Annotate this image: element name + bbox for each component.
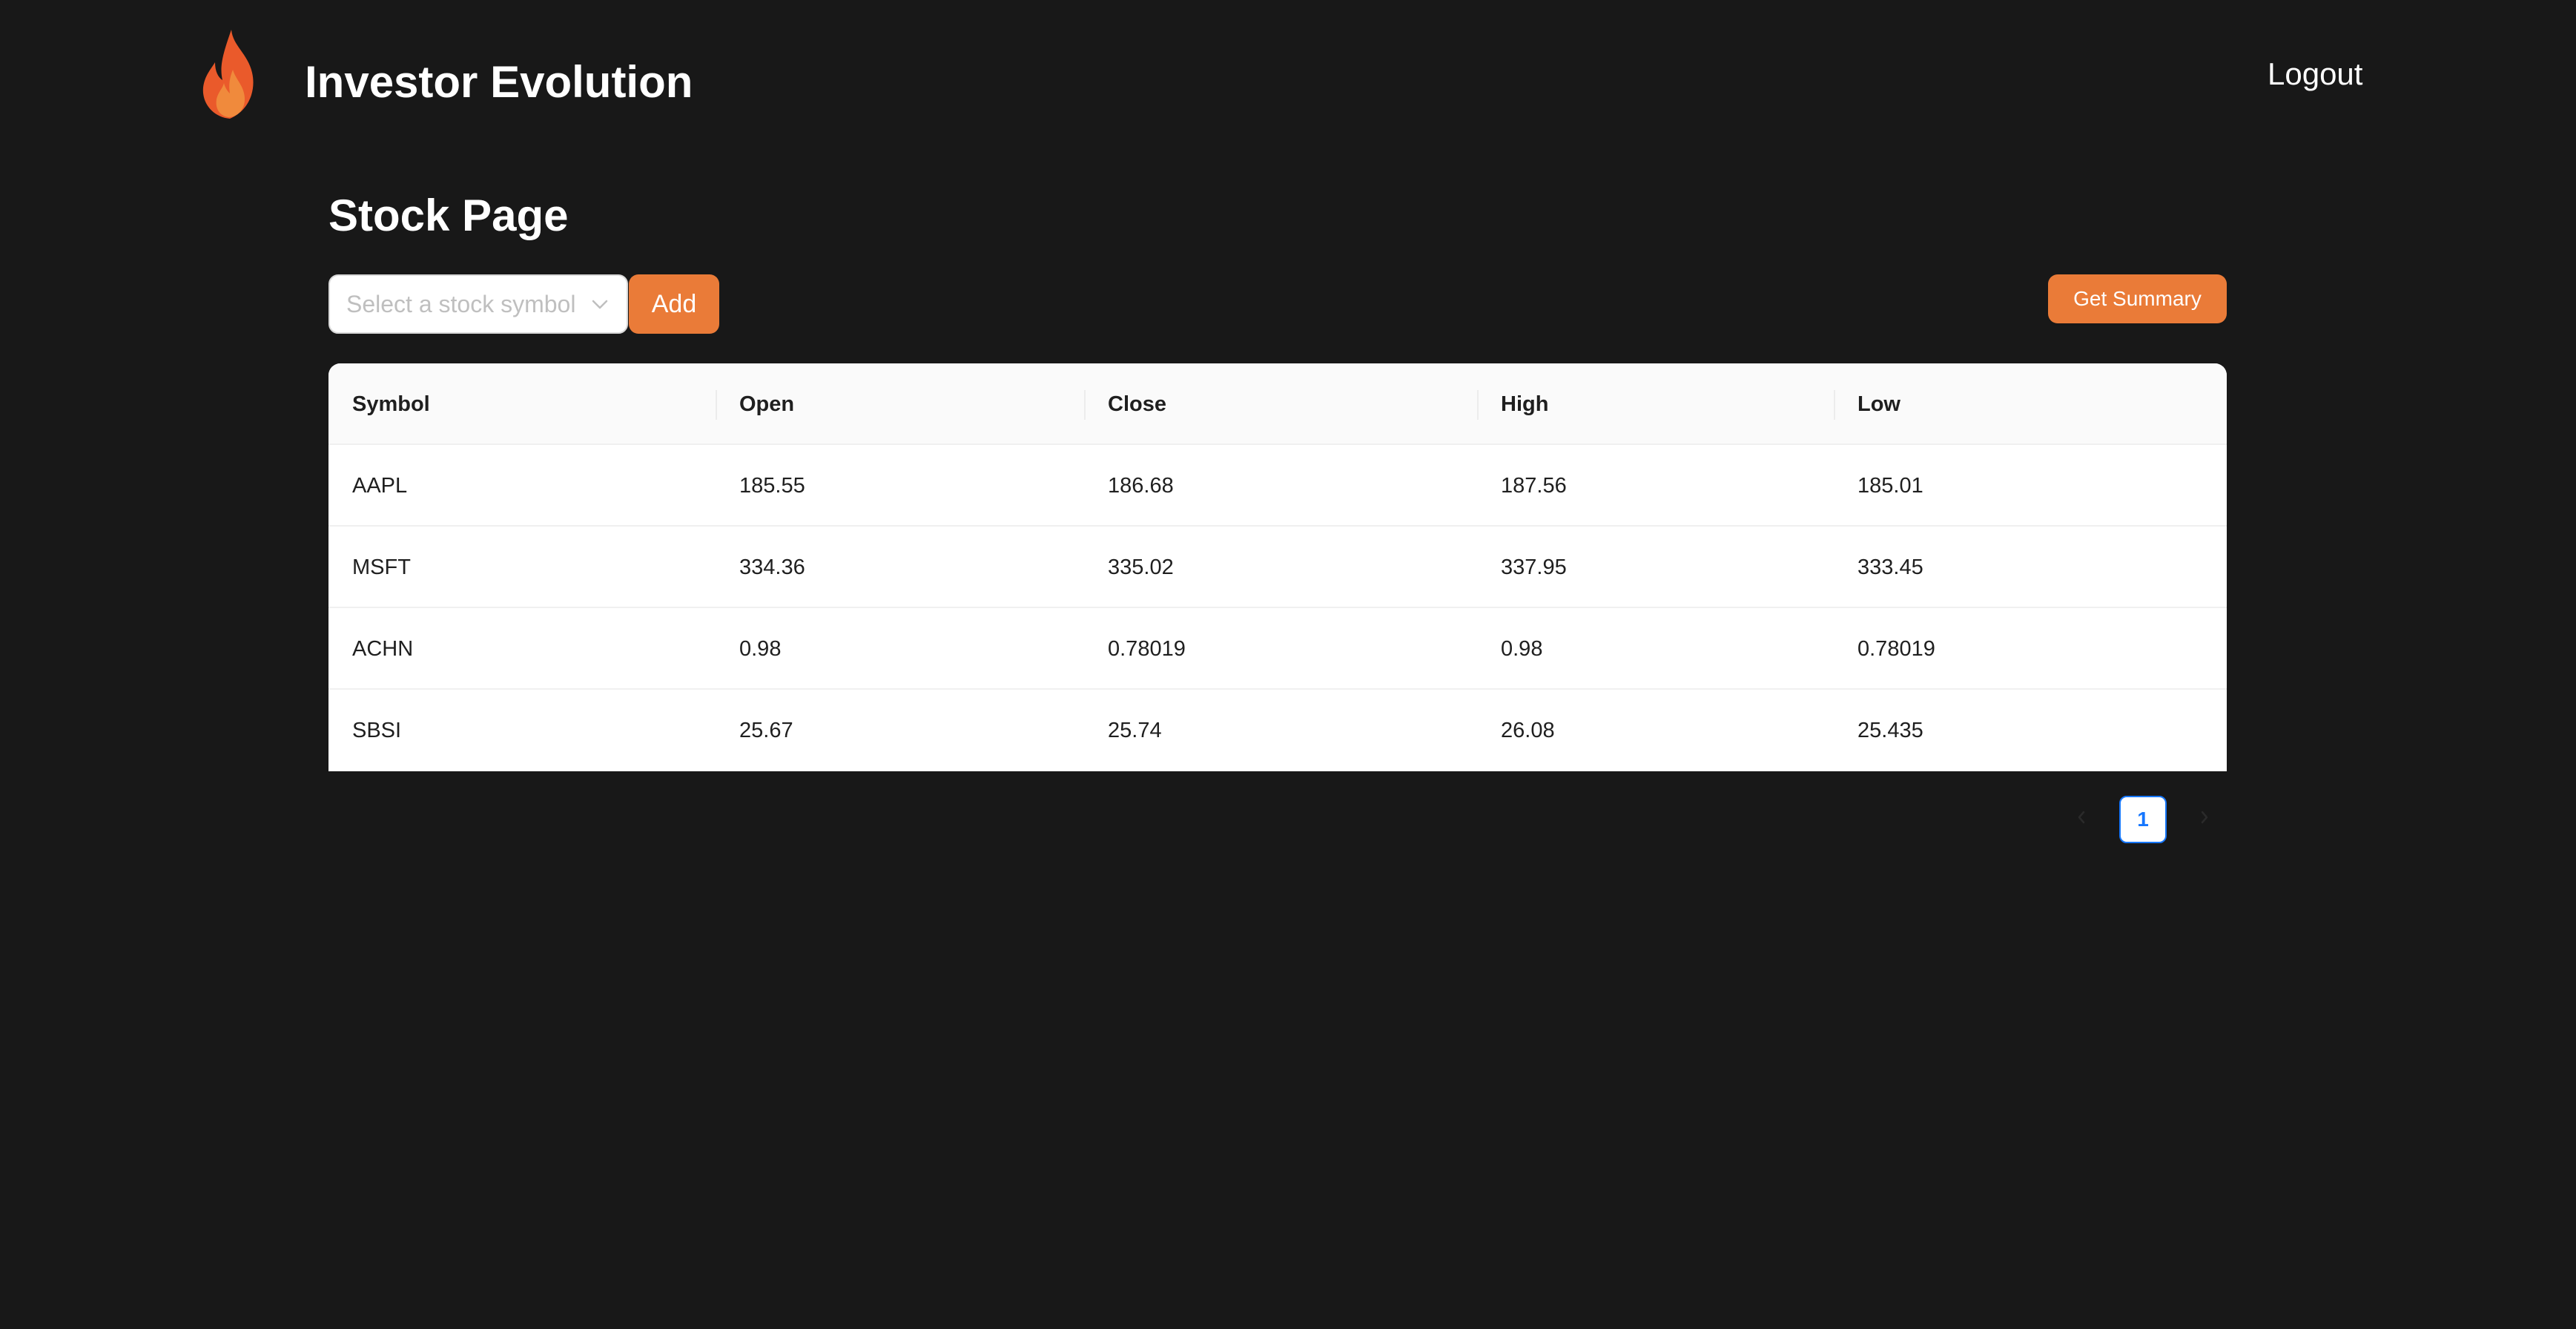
cell-high: 0.98 bbox=[1501, 636, 1543, 661]
page-title: Stock Page bbox=[328, 191, 569, 240]
pagination-page-1[interactable]: 1 bbox=[2119, 796, 2167, 843]
table-row[interactable]: ACHN 0.98 0.78019 0.98 0.78019 bbox=[328, 608, 2227, 690]
table-header: Symbol Open Close High Low bbox=[328, 363, 2227, 445]
cell-symbol: ACHN bbox=[352, 636, 414, 661]
cell-open: 25.67 bbox=[739, 718, 793, 742]
cell-open: 0.98 bbox=[739, 636, 782, 661]
cell-close: 186.68 bbox=[1108, 473, 1174, 498]
stock-table: Symbol Open Close High Low AAPL 185.55 1… bbox=[328, 363, 2227, 771]
stock-symbol-select[interactable]: Select a stock symbol bbox=[328, 274, 628, 334]
column-header-low[interactable]: Low bbox=[1834, 363, 2227, 445]
cell-symbol: AAPL bbox=[352, 473, 408, 498]
stock-symbol-placeholder: Select a stock symbol bbox=[346, 290, 576, 317]
table-row[interactable]: SBSI 25.67 25.74 26.08 25.435 bbox=[328, 690, 2227, 771]
table-row[interactable]: MSFT 334.36 335.02 337.95 333.45 bbox=[328, 527, 2227, 608]
chevron-left-icon bbox=[2078, 811, 2085, 824]
get-summary-button[interactable]: Get Summary bbox=[2048, 274, 2227, 323]
cell-close: 335.02 bbox=[1108, 555, 1174, 579]
column-header-symbol[interactable]: Symbol bbox=[328, 363, 716, 445]
chevron-down-icon bbox=[592, 300, 608, 309]
column-header-open[interactable]: Open bbox=[716, 363, 1084, 445]
pagination-prev-button[interactable] bbox=[2069, 801, 2094, 834]
cell-close: 25.74 bbox=[1108, 718, 1162, 742]
cell-open: 334.36 bbox=[739, 555, 805, 579]
column-header-high[interactable]: High bbox=[1477, 363, 1834, 445]
cell-symbol: SBSI bbox=[352, 718, 402, 742]
app-title: Investor Evolution bbox=[305, 57, 693, 107]
cell-low: 333.45 bbox=[1857, 555, 1923, 579]
chevron-right-icon bbox=[2201, 811, 2208, 824]
table-row[interactable]: AAPL 185.55 186.68 187.56 185.01 bbox=[328, 445, 2227, 527]
cell-high: 187.56 bbox=[1501, 473, 1567, 498]
cell-open: 185.55 bbox=[739, 473, 805, 498]
cell-low: 0.78019 bbox=[1857, 636, 1935, 661]
cell-close: 0.78019 bbox=[1108, 636, 1186, 661]
app-root: Investor Evolution Logout Stock Page Sel… bbox=[0, 0, 2576, 1329]
pagination-next-button[interactable] bbox=[2192, 801, 2217, 834]
cell-low: 185.01 bbox=[1857, 473, 1923, 498]
cell-high: 26.08 bbox=[1501, 718, 1555, 742]
cell-symbol: MSFT bbox=[352, 555, 411, 579]
cell-low: 25.435 bbox=[1857, 718, 1923, 742]
add-button[interactable]: Add bbox=[629, 274, 719, 334]
logout-button[interactable]: Logout bbox=[2268, 55, 2362, 93]
column-header-close[interactable]: Close bbox=[1084, 363, 1477, 445]
flame-icon bbox=[202, 30, 254, 119]
cell-high: 337.95 bbox=[1501, 555, 1567, 579]
